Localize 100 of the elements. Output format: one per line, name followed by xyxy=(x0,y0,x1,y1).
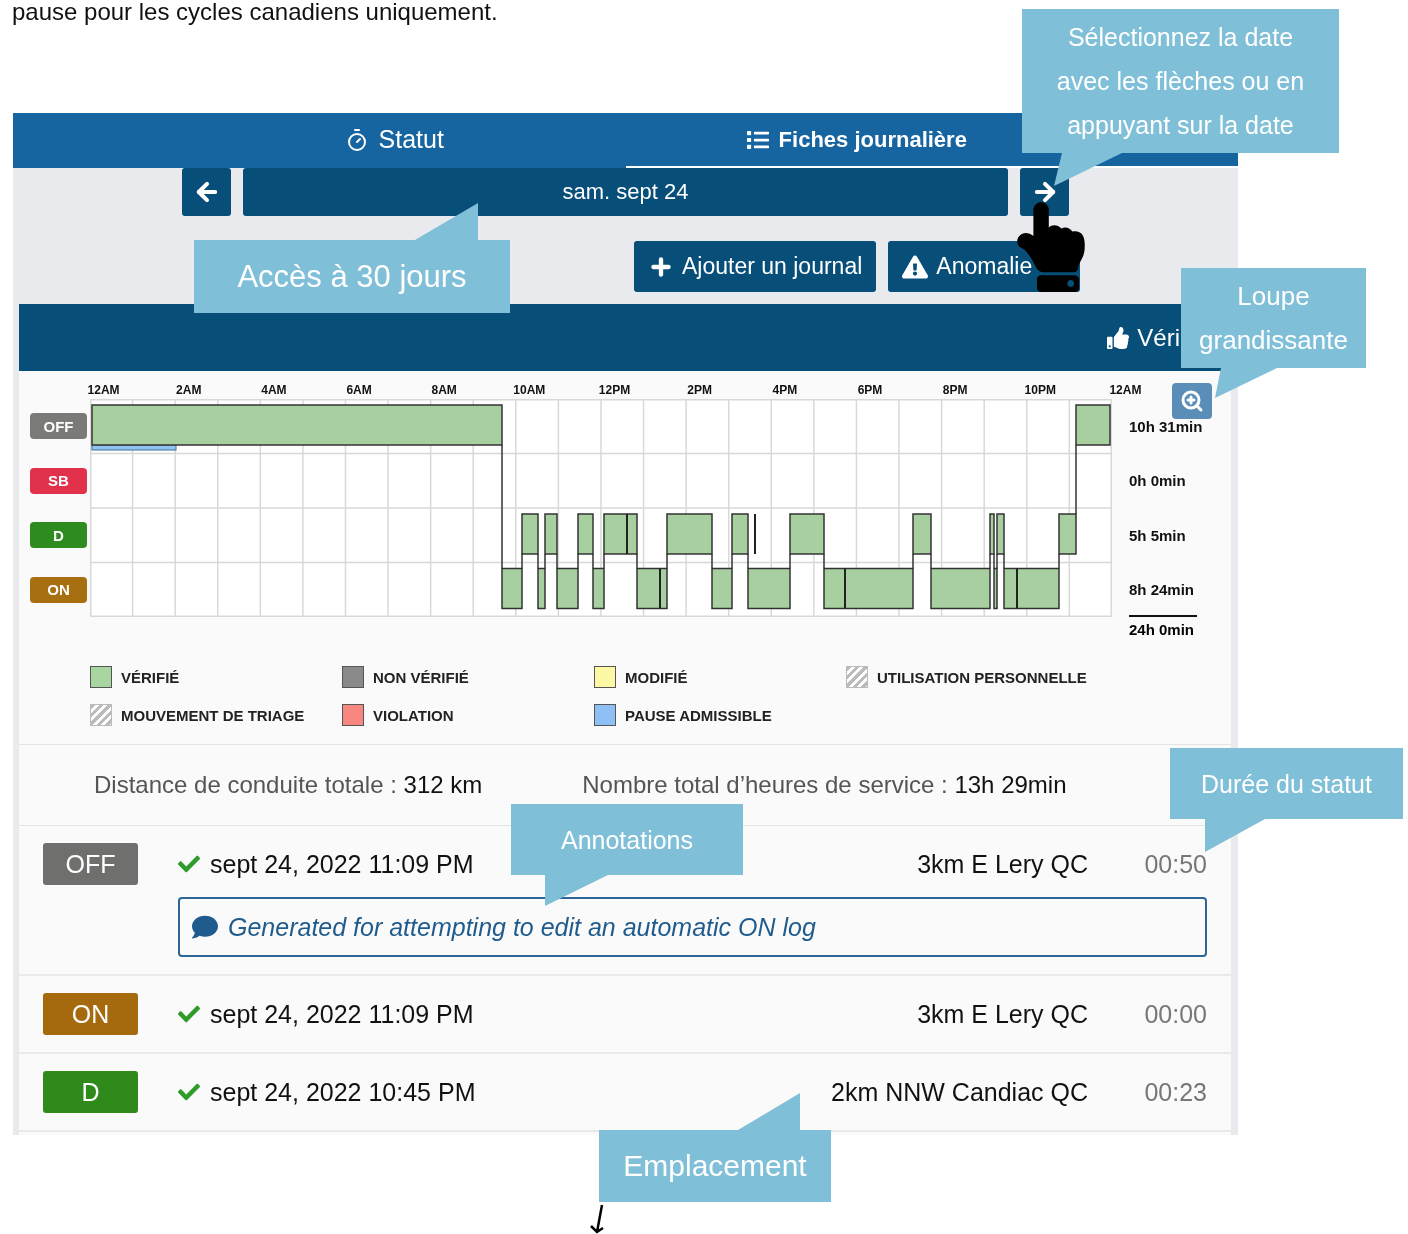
transition-line xyxy=(577,553,579,570)
previous-day-button[interactable] xyxy=(182,168,231,216)
callout-pointer xyxy=(545,875,608,906)
warning-icon xyxy=(902,253,929,280)
duty-segment xyxy=(747,567,791,610)
legend-label: VIOLATION xyxy=(373,706,454,724)
status-total: 10h 31min xyxy=(1129,417,1203,435)
status-badge: OFF xyxy=(30,413,87,440)
header-label: Véri xyxy=(1137,323,1180,352)
callout-pointer xyxy=(1205,819,1265,852)
status-badge: ON xyxy=(30,576,87,603)
annotation-text: Generated for attempting to edit an automatic ON log xyxy=(228,912,816,942)
hour-label: 12AM xyxy=(86,383,121,399)
hour-label: 6PM xyxy=(856,383,884,399)
duty-segment xyxy=(556,567,579,610)
date-button[interactable]: sam. sept 24 xyxy=(243,168,1008,216)
callout-pointer xyxy=(738,1093,800,1130)
zoom-button[interactable] xyxy=(1172,383,1212,419)
transition-line xyxy=(930,553,932,570)
hour-label: 6AM xyxy=(345,383,373,399)
transition-line xyxy=(1058,553,1060,570)
hatched-swatch xyxy=(846,666,868,688)
transition-line xyxy=(823,553,825,570)
log-duration: 00:50 xyxy=(1143,849,1207,879)
duty-segment xyxy=(603,513,638,555)
tab[interactable]: Fiches journalière xyxy=(746,126,967,153)
legend-label: MODIFIÉ xyxy=(625,668,688,686)
log-location: 3km E Lery QC xyxy=(917,999,1088,1029)
segment-divider xyxy=(754,513,756,555)
hour-label: 8PM xyxy=(941,383,969,399)
hour-label: 4PM xyxy=(771,383,799,399)
hour-label: 10AM xyxy=(512,383,547,399)
status-badge: OFF xyxy=(43,843,138,885)
transition-line xyxy=(1003,553,1005,570)
segment-divider xyxy=(626,513,628,555)
duty-segment xyxy=(537,567,546,610)
status-badge: ON xyxy=(43,993,138,1035)
duty-segment xyxy=(592,567,605,610)
log-datetime: sept 24, 2022 11:09 PM xyxy=(210,999,474,1029)
log-duration: 00:00 xyxy=(1143,999,1207,1029)
speech-bubble-icon xyxy=(192,914,218,940)
transition-line xyxy=(636,553,638,570)
log-duration: 00:23 xyxy=(1143,1077,1207,1107)
transition-line xyxy=(592,553,594,570)
callout-pointer xyxy=(415,203,478,240)
transition-line xyxy=(747,553,749,570)
duty-segment xyxy=(1003,567,1060,610)
transition-line xyxy=(789,553,791,570)
transition-line xyxy=(989,553,991,570)
log-location: 2km NNW Candiac QC xyxy=(831,1077,1088,1107)
duty-segment xyxy=(1058,513,1077,555)
tab[interactable]: Statut xyxy=(344,125,444,154)
status-badge: D xyxy=(30,522,87,549)
segment-divider xyxy=(1016,567,1018,610)
duty-segment xyxy=(789,513,825,555)
status-badge: D xyxy=(43,1071,138,1113)
transition-line xyxy=(544,553,546,570)
status-total: 5h 5min xyxy=(1129,526,1186,544)
grand-total: 24h 0min xyxy=(1129,615,1197,638)
segment-divider xyxy=(844,567,846,610)
summary-text: Distance de conduite totale : 312 km xyxy=(94,771,483,799)
callout-pointer xyxy=(1215,368,1277,398)
transition-line xyxy=(1075,444,1077,515)
intro-text: pause pour les cycles canadiens uniquement. xyxy=(12,0,498,24)
hour-label: 12AM xyxy=(1108,383,1143,399)
duty-segment xyxy=(521,513,539,555)
transition-line xyxy=(711,553,713,570)
zoom-in-icon xyxy=(1180,389,1204,413)
segment-divider xyxy=(659,567,661,610)
transition-line xyxy=(537,553,539,570)
hour-label: 2PM xyxy=(686,383,713,399)
hour-label: 12PM xyxy=(597,383,632,399)
status-total: 8h 24min xyxy=(1129,581,1195,599)
legend-label: UTILISATION PERSONNELLE xyxy=(877,668,1087,686)
status-badge: SB xyxy=(30,467,87,494)
thumbs-up-icon xyxy=(1107,326,1130,349)
duty-segment xyxy=(501,567,523,610)
duty-segment xyxy=(930,567,991,610)
callout-pointer xyxy=(1054,153,1122,186)
hour-label: 4AM xyxy=(260,383,288,399)
hour-label: 2AM xyxy=(175,383,203,399)
log-datetime: sept 24, 2022 11:09 PM xyxy=(210,849,474,879)
add-log-button[interactable]: Ajouter un journal xyxy=(634,241,877,292)
duty-segment xyxy=(993,567,998,610)
transition-line xyxy=(521,553,523,570)
list-icon xyxy=(746,128,769,151)
transition-line xyxy=(912,553,914,570)
legend-label: MOUVEMENT DE TRIAGE xyxy=(121,706,305,724)
callout-label: Sélectionnez la date avec les flèches ou en appuyant sur la date xyxy=(1022,9,1339,153)
transition-line xyxy=(666,553,668,570)
transition-line xyxy=(731,553,733,570)
hatched-swatch xyxy=(90,704,112,726)
legend-label: PAUSE ADMISSIBLE xyxy=(625,706,772,724)
hour-label: 10PM xyxy=(1023,383,1057,399)
transition-line xyxy=(556,553,558,570)
duty-segment xyxy=(912,513,932,555)
duty-segment xyxy=(1075,404,1111,446)
duty-segment xyxy=(666,513,713,555)
duty-segment xyxy=(577,513,594,555)
summary-text: Nombre total d’heures de service : 13h 29min xyxy=(582,771,1067,799)
